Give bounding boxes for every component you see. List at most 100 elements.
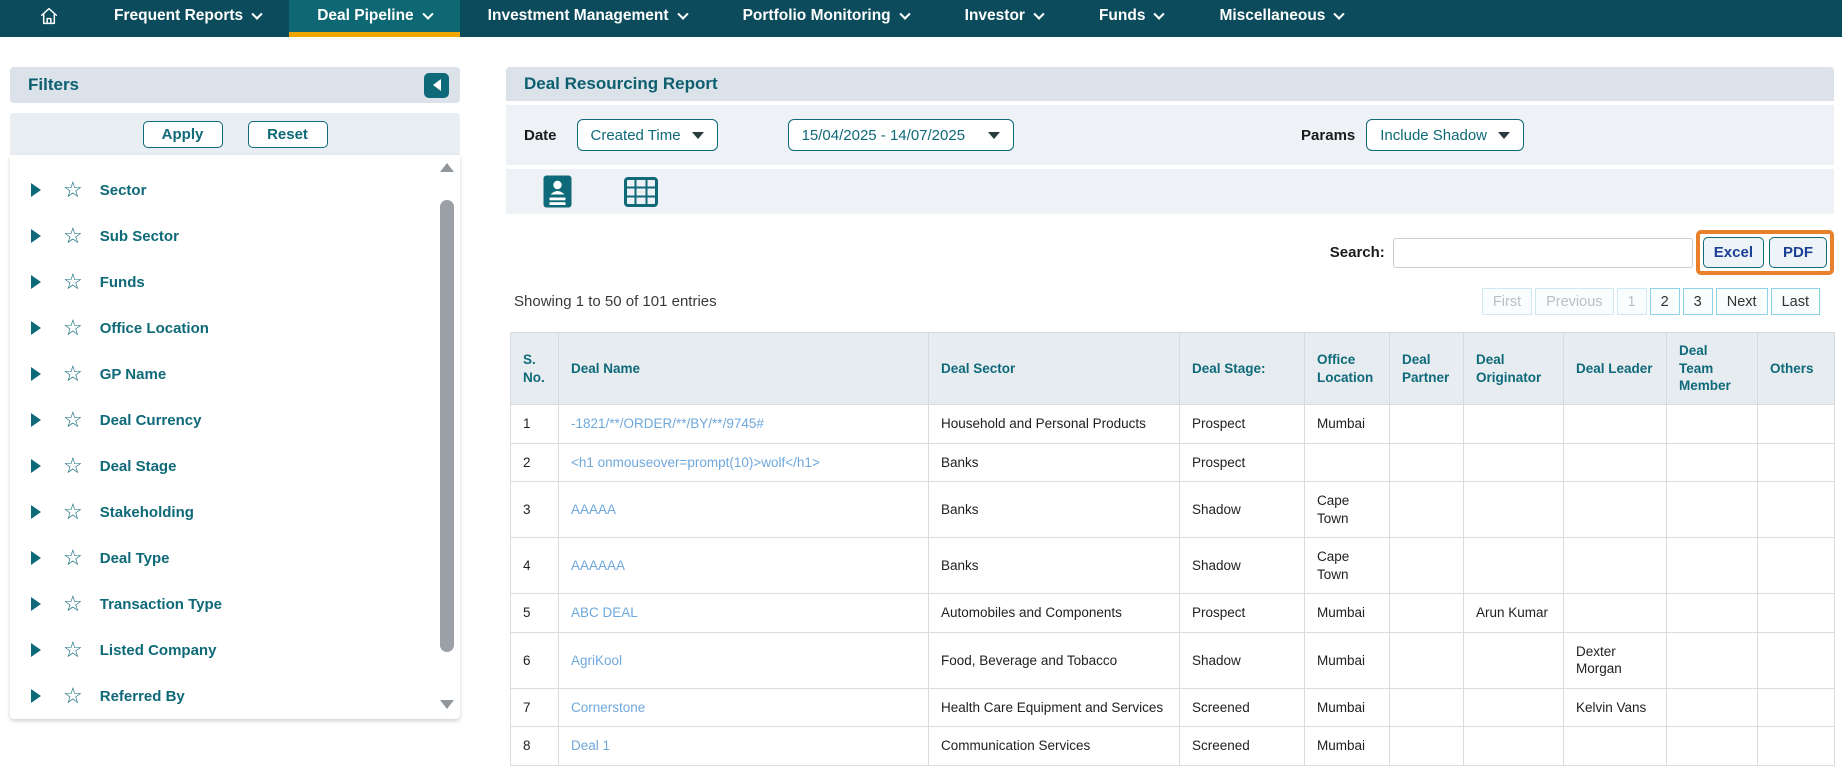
- expand-arrow-icon[interactable]: [31, 597, 41, 611]
- filter-item-gp-name[interactable]: ☆GP Name: [10, 351, 460, 397]
- expand-arrow-icon[interactable]: [31, 505, 41, 519]
- nav-item-deal-pipeline[interactable]: Deal Pipeline: [289, 0, 459, 37]
- cell-deal-originator: [1464, 482, 1564, 538]
- search-label: Search:: [1330, 244, 1385, 261]
- expand-arrow-icon[interactable]: [31, 551, 41, 565]
- nav-item-investment-management[interactable]: Investment Management: [460, 0, 715, 37]
- scroll-down-icon[interactable]: [440, 700, 454, 709]
- filter-item-label: Deal Currency: [100, 412, 202, 429]
- deal-name-link[interactable]: AAAAAA: [571, 558, 625, 573]
- star-icon[interactable]: ☆: [63, 363, 83, 385]
- cell-deal-team-member: [1667, 727, 1758, 766]
- star-icon[interactable]: ☆: [63, 685, 83, 707]
- star-icon[interactable]: ☆: [63, 409, 83, 431]
- cell-s-no: 6: [511, 632, 559, 688]
- page-button-2[interactable]: 2: [1650, 288, 1680, 315]
- filter-item-referred-by[interactable]: ☆Referred By: [10, 673, 460, 719]
- scroll-up-icon[interactable]: [440, 163, 454, 172]
- filter-items: ☆Sector☆Sub Sector☆Funds☆Office Location…: [10, 167, 460, 719]
- filter-item-office-location[interactable]: ☆Office Location: [10, 305, 460, 351]
- expand-arrow-icon[interactable]: [31, 459, 41, 473]
- nav-item-portfolio-monitoring[interactable]: Portfolio Monitoring: [715, 0, 937, 37]
- profile-view-icon[interactable]: [543, 175, 572, 208]
- deal-name-link[interactable]: AAAAA: [571, 502, 616, 517]
- expand-arrow-icon[interactable]: [31, 275, 41, 289]
- pdf-export-button[interactable]: PDF: [1769, 237, 1827, 268]
- star-icon[interactable]: ☆: [63, 593, 83, 615]
- expand-arrow-icon[interactable]: [31, 183, 41, 197]
- nav-item-label: Miscellaneous: [1219, 7, 1325, 25]
- nav-item-funds[interactable]: Funds: [1071, 0, 1192, 37]
- cell-deal-partner: [1390, 538, 1464, 594]
- filters-scrollbar[interactable]: [439, 163, 455, 709]
- search-input[interactable]: [1393, 238, 1693, 268]
- column-header-deal-name: Deal Name: [559, 333, 929, 405]
- star-icon[interactable]: ☆: [63, 639, 83, 661]
- apply-button[interactable]: Apply: [143, 121, 223, 148]
- cell-deal-leader: Dexter Morgan: [1564, 632, 1667, 688]
- deal-name-link[interactable]: Cornerstone: [571, 700, 645, 715]
- reset-button[interactable]: Reset: [248, 121, 328, 148]
- cell-deal-originator: [1464, 727, 1564, 766]
- star-icon[interactable]: ☆: [63, 179, 83, 201]
- date-type-dropdown[interactable]: Created Time: [577, 119, 718, 151]
- nav-item-investor[interactable]: Investor: [937, 0, 1071, 37]
- page-title: Deal Resourcing Report: [524, 74, 718, 94]
- star-icon[interactable]: ☆: [63, 271, 83, 293]
- expand-arrow-icon[interactable]: [31, 367, 41, 381]
- deal-name-link[interactable]: Deal 1: [571, 738, 610, 753]
- cell-deal-partner: [1390, 443, 1464, 482]
- triangle-down-icon: [988, 132, 1000, 139]
- nav-item-frequent-reports[interactable]: Frequent Reports: [86, 0, 289, 37]
- filter-item-transaction-type[interactable]: ☆Transaction Type: [10, 581, 460, 627]
- params-dropdown[interactable]: Include Shadow: [1366, 119, 1524, 151]
- triangle-down-icon: [692, 132, 704, 139]
- nav-item-label: Portfolio Monitoring: [743, 7, 891, 25]
- home-button[interactable]: [0, 0, 86, 37]
- filter-item-deal-stage[interactable]: ☆Deal Stage: [10, 443, 460, 489]
- cell-deal-stage: Shadow: [1180, 538, 1305, 594]
- cell-deal-leader: [1564, 482, 1667, 538]
- triangle-left-icon: [433, 79, 441, 91]
- filter-item-listed-company[interactable]: ☆Listed Company: [10, 627, 460, 673]
- filters-panel: Filters Apply Reset ☆Sector☆Sub Sector☆F…: [10, 67, 460, 719]
- scrollbar-track[interactable]: [440, 179, 454, 693]
- table-row: 1-1821/**/ORDER/**/BY/**/9745#Household …: [511, 405, 1835, 444]
- cell-deal-stage: Prospect: [1180, 443, 1305, 482]
- deal-name-link[interactable]: <h1 onmouseover=prompt(10)>wolf</h1>: [571, 455, 820, 470]
- expand-arrow-icon[interactable]: [31, 643, 41, 657]
- page-button-last[interactable]: Last: [1771, 288, 1820, 315]
- filter-item-sector[interactable]: ☆Sector: [10, 167, 460, 213]
- star-icon[interactable]: ☆: [63, 317, 83, 339]
- date-range-dropdown[interactable]: 15/04/2025 - 14/07/2025: [788, 119, 1014, 151]
- filter-item-funds[interactable]: ☆Funds: [10, 259, 460, 305]
- cell-deal-name: AAAAAA: [559, 538, 929, 594]
- deal-name-link[interactable]: -1821/**/ORDER/**/BY/**/9745#: [571, 416, 764, 431]
- nav-item-miscellaneous[interactable]: Miscellaneous: [1191, 0, 1371, 37]
- scrollbar-thumb[interactable]: [440, 200, 454, 652]
- deal-name-link[interactable]: AgriKool: [571, 653, 622, 668]
- page-button-3[interactable]: 3: [1683, 288, 1713, 315]
- chevron-down-icon: [422, 9, 433, 20]
- filter-item-deal-type[interactable]: ☆Deal Type: [10, 535, 460, 581]
- cell-deal-partner: [1390, 594, 1464, 633]
- star-icon[interactable]: ☆: [63, 455, 83, 477]
- expand-arrow-icon[interactable]: [31, 413, 41, 427]
- expand-arrow-icon[interactable]: [31, 689, 41, 703]
- star-icon[interactable]: ☆: [63, 225, 83, 247]
- nav-item-label: Deal Pipeline: [317, 7, 413, 25]
- expand-arrow-icon[interactable]: [31, 229, 41, 243]
- filter-item-deal-currency[interactable]: ☆ Deal Currency: [10, 397, 460, 443]
- filter-item-stakeholding[interactable]: ☆Stakeholding: [10, 489, 460, 535]
- star-icon[interactable]: ☆: [63, 547, 83, 569]
- collapse-filters-button[interactable]: [424, 73, 449, 98]
- filter-item-sub-sector[interactable]: ☆Sub Sector: [10, 213, 460, 259]
- table-view-icon[interactable]: [624, 177, 658, 207]
- star-icon[interactable]: ☆: [63, 501, 83, 523]
- deal-name-link[interactable]: ABC DEAL: [571, 605, 638, 620]
- cell-deal-name: ABC DEAL: [559, 594, 929, 633]
- expand-arrow-icon[interactable]: [31, 321, 41, 335]
- nav-item-label: Investor: [965, 7, 1025, 25]
- page-button-next[interactable]: Next: [1716, 288, 1768, 315]
- excel-export-button[interactable]: Excel: [1703, 237, 1764, 268]
